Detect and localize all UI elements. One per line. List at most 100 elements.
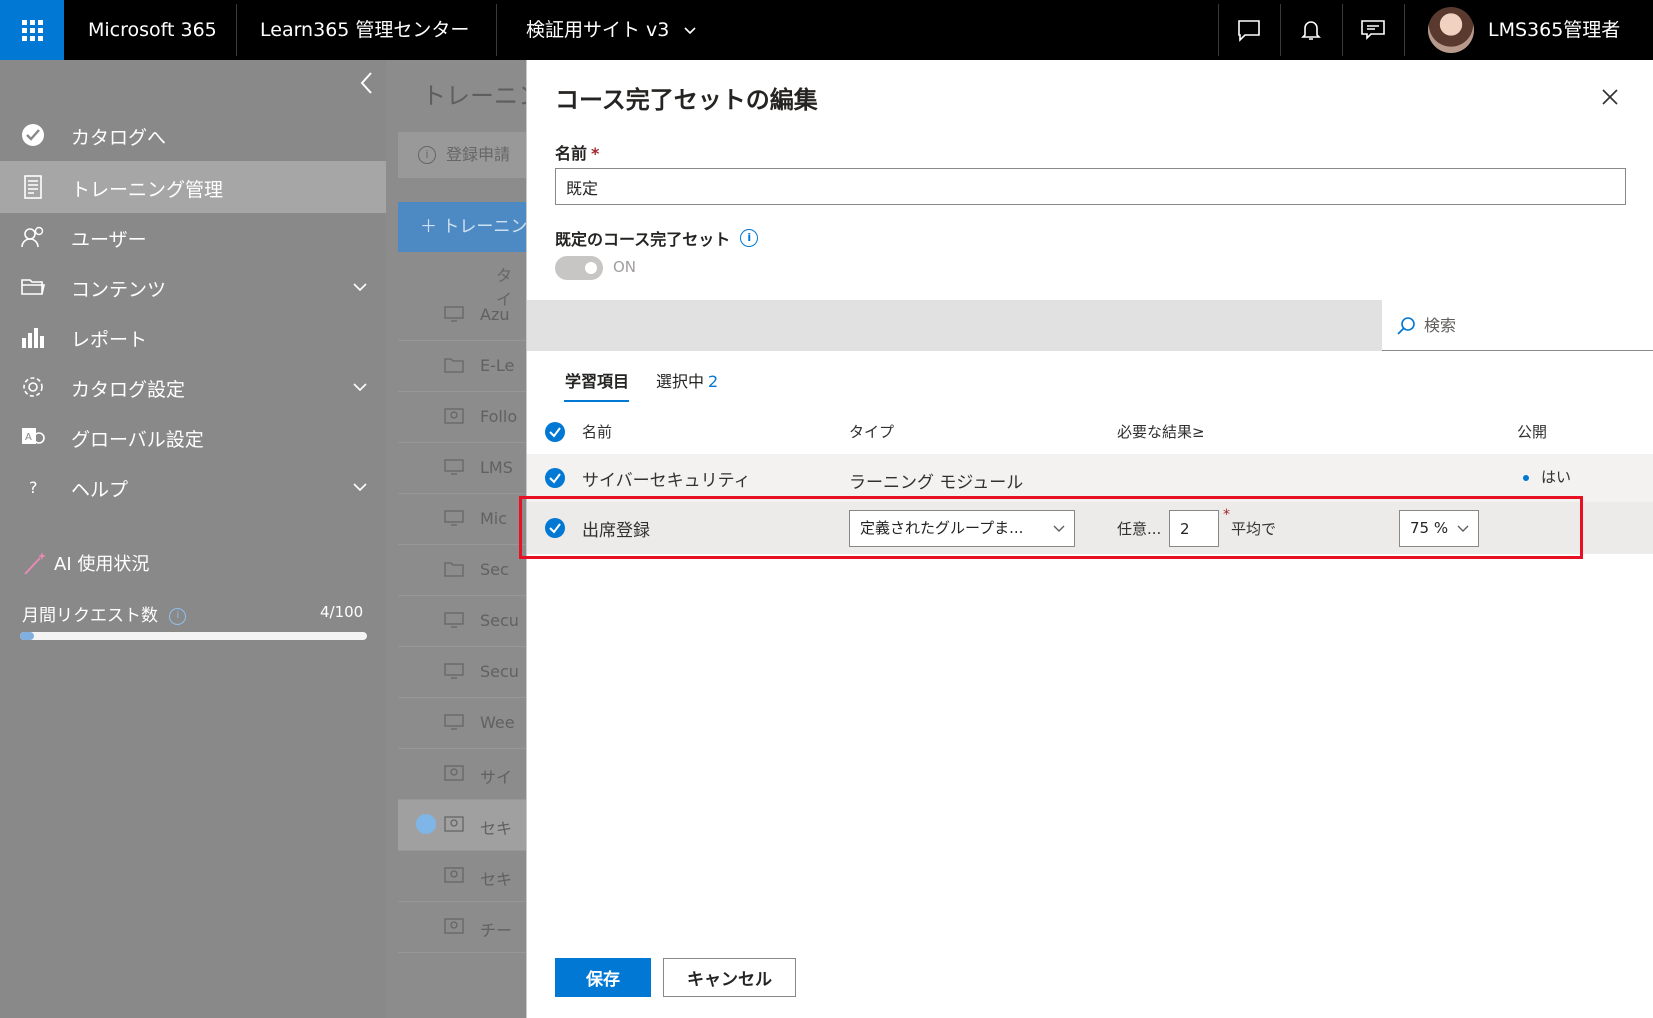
column-header-required-result[interactable]: 必要な結果≥ xyxy=(1117,421,1205,442)
site-switcher[interactable]: 検証用サイト v3 xyxy=(526,0,697,60)
list-item[interactable]: セキ xyxy=(398,800,526,851)
save-button[interactable]: 保存 xyxy=(555,958,651,997)
monitor-icon xyxy=(444,306,464,322)
page-title: トレーニン xyxy=(422,82,526,110)
list-item[interactable]: LMS xyxy=(398,443,526,494)
list-item-title: セキ xyxy=(480,819,513,838)
chevron-down-icon xyxy=(353,483,367,492)
chart-icon xyxy=(22,328,44,348)
list-item-title: LMS xyxy=(480,458,513,477)
select-all-checkbox[interactable] xyxy=(545,422,565,442)
folder-icon xyxy=(444,358,464,373)
collapse-nav-icon[interactable] xyxy=(352,68,382,98)
app-launcher-button[interactable] xyxy=(0,0,64,60)
checkmark-icon xyxy=(549,427,561,438)
required-mark: * xyxy=(591,144,600,163)
sidebar-item-content[interactable]: コンテンツ xyxy=(0,261,386,313)
list-item[interactable]: サイ xyxy=(398,749,526,800)
tab-selected-label: 選択中 xyxy=(656,372,705,391)
admin-center-title[interactable]: Learn365 管理センター xyxy=(260,0,469,60)
sidebar-item-label: カタログ設定 xyxy=(71,379,186,401)
monitor-icon xyxy=(444,459,464,475)
notice-bar: i 登録申請 xyxy=(398,132,526,178)
cancel-button[interactable]: キャンセル xyxy=(663,958,796,997)
sidebar-item-training[interactable]: トレーニング管理 xyxy=(0,161,386,213)
table-row[interactable]: サイバーセキュリティ ラーニング モジュール はい xyxy=(527,454,1653,502)
list-item[interactable]: Secu xyxy=(398,596,526,647)
feedback-button[interactable] xyxy=(1342,0,1404,60)
list-item-title: Azu xyxy=(480,305,510,324)
waffle-icon xyxy=(21,19,43,41)
highlight-box xyxy=(519,496,1583,559)
tab-selected[interactable]: 選択中 2 xyxy=(656,368,718,392)
search-input[interactable] xyxy=(1424,312,1634,338)
list-item-title: サイ xyxy=(480,768,513,787)
list-item-title: Secu xyxy=(480,611,519,630)
monthly-requests: 月間リクエスト数 i xyxy=(22,601,187,626)
sidebar-item-label: レポート xyxy=(71,329,148,351)
list-item[interactable]: セキ xyxy=(398,851,526,902)
sidebar-item-reports[interactable]: レポート xyxy=(0,311,386,363)
user-name[interactable]: LMS365管理者 xyxy=(1488,0,1620,60)
sidebar-item-label: トレーニング管理 xyxy=(71,179,224,201)
svg-text:A: A xyxy=(25,432,32,443)
left-navigation: カタログへ トレーニング管理 ユーザー コンテンツ レポート カタログ設定 A … xyxy=(0,60,386,1018)
global-settings-icon: A xyxy=(22,428,45,444)
search-icon xyxy=(1397,317,1415,335)
default-set-label-text: 既定のコース完了セット xyxy=(555,230,731,249)
info-icon[interactable]: i xyxy=(169,607,187,625)
gear-icon xyxy=(23,377,43,397)
classroom-icon xyxy=(444,816,464,832)
published-value: はい xyxy=(1541,468,1572,486)
users-icon xyxy=(21,226,44,248)
column-header-name[interactable]: 名前 xyxy=(582,421,612,442)
sidebar-item-catalog[interactable]: カタログへ xyxy=(0,109,386,161)
bell-icon xyxy=(1301,21,1321,40)
list-item[interactable]: チー xyxy=(398,902,526,953)
magic-wand-icon xyxy=(24,552,46,575)
name-label-text: 名前 xyxy=(555,144,588,163)
name-field[interactable] xyxy=(555,168,1626,205)
tab-learning-items[interactable]: 学習項目 xyxy=(565,368,629,392)
list-item[interactable]: Follo xyxy=(398,392,526,443)
classroom-icon xyxy=(444,765,464,781)
command-bar xyxy=(527,300,1653,351)
checkmark-icon xyxy=(549,473,561,484)
name-label: 名前 * xyxy=(555,140,599,164)
list-item[interactable]: E-Le xyxy=(398,341,526,392)
list-item-title: Secu xyxy=(480,662,519,681)
sidebar-item-global-settings[interactable]: A グローバル設定 xyxy=(0,411,386,463)
list-item[interactable]: Secu xyxy=(398,647,526,698)
notifications-button[interactable] xyxy=(1280,0,1342,60)
row-checkbox[interactable] xyxy=(545,468,565,488)
list-item[interactable]: Sec xyxy=(398,545,526,596)
selected-check-icon[interactable] xyxy=(416,814,436,834)
list-item[interactable]: Wee xyxy=(398,698,526,749)
column-header-published[interactable]: 公開 xyxy=(1517,421,1547,442)
list-item-title: チー xyxy=(480,921,513,940)
add-training-button[interactable]: ＋ トレーニン xyxy=(398,202,526,252)
feedback-icon xyxy=(1361,20,1385,40)
sidebar-item-label: カタログへ xyxy=(71,127,167,149)
published-status: はい xyxy=(1523,466,1571,487)
svg-text:?: ? xyxy=(29,478,38,497)
list-item[interactable]: Mic xyxy=(398,494,526,545)
search-box[interactable] xyxy=(1382,300,1653,351)
monitor-icon xyxy=(444,612,464,628)
chat-button[interactable] xyxy=(1218,0,1280,60)
brand-title[interactable]: Microsoft 365 xyxy=(88,0,217,60)
sidebar-item-catalog-settings[interactable]: カタログ設定 xyxy=(0,361,386,413)
list-item[interactable]: Azu xyxy=(398,290,526,341)
ai-usage-label: AI 使用状況 xyxy=(54,554,150,575)
default-set-toggle[interactable] xyxy=(555,256,603,280)
info-icon[interactable]: i xyxy=(740,229,759,247)
list-item-title: Sec xyxy=(480,560,509,579)
chat-icon xyxy=(1238,20,1260,42)
chevron-down-icon xyxy=(353,383,367,392)
avatar[interactable] xyxy=(1428,7,1474,53)
close-icon[interactable] xyxy=(1599,86,1621,108)
sidebar-item-help[interactable]: ? ヘルプ xyxy=(0,461,386,513)
folder-icon xyxy=(21,279,45,295)
sidebar-item-users[interactable]: ユーザー xyxy=(0,211,386,263)
column-header-type[interactable]: タイプ xyxy=(849,421,894,442)
